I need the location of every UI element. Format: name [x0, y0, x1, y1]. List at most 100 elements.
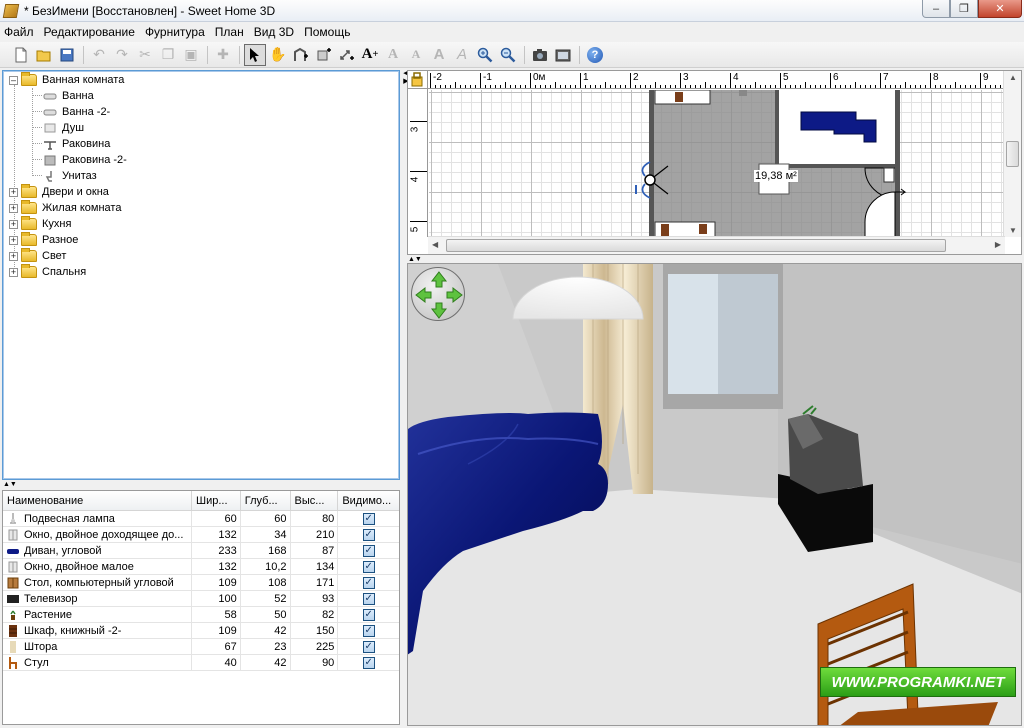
- open-file-icon[interactable]: [33, 44, 55, 66]
- sofa-icon: [6, 545, 20, 557]
- ruler-tick: [690, 85, 691, 88]
- visible-checkbox[interactable]: ✓: [362, 640, 375, 653]
- table-row[interactable]: Окно, двойное доходящее до... 132 34 210 ✓: [3, 527, 399, 543]
- header-visible[interactable]: Видимо...: [338, 491, 399, 510]
- plan-view[interactable]: -2 -1 0м 1 2 3 4 5 6 7 8 9 345 19,38 м² …: [407, 70, 1022, 255]
- zoom-in-icon[interactable]: [474, 44, 496, 66]
- menu-help[interactable]: Помощь: [299, 22, 355, 42]
- room-area-label[interactable]: 19,38 м²: [754, 170, 798, 182]
- collapse-icon[interactable]: –: [9, 75, 18, 85]
- add-furniture-icon[interactable]: ✚: [212, 44, 234, 66]
- header-width[interactable]: Шир...: [192, 491, 241, 510]
- expand-icon[interactable]: +: [9, 235, 18, 245]
- menu-edit[interactable]: Редактирование: [39, 22, 140, 42]
- table-row[interactable]: Диван, угловой 233 168 87 ✓: [3, 543, 399, 559]
- table-row[interactable]: Штора 67 23 225 ✓: [3, 639, 399, 655]
- header-depth[interactable]: Глуб...: [241, 491, 291, 510]
- paste-icon[interactable]: ▣: [180, 44, 202, 66]
- table-row[interactable]: Стол, компьютерный угловой 109 108 171 ✓: [3, 575, 399, 591]
- menu-plan[interactable]: План: [210, 22, 249, 42]
- plan-horizontal-scrollbar[interactable]: ◀ ▶: [428, 236, 1005, 254]
- expand-icon[interactable]: +: [9, 203, 18, 213]
- expand-icon[interactable]: +: [9, 251, 18, 261]
- close-button[interactable]: ✕: [978, 0, 1022, 18]
- scroll-up-icon[interactable]: ▲: [1009, 73, 1017, 82]
- minimize-button[interactable]: –: [922, 0, 950, 18]
- furniture-catalog-tree[interactable]: – Ванная комната Ванна Ванна -2- Душ Рак…: [2, 70, 400, 480]
- menu-file[interactable]: Файл: [0, 22, 39, 42]
- scroll-left-icon[interactable]: ◀: [432, 240, 438, 249]
- tree-category-living-room[interactable]: + Жилая комната: [9, 200, 121, 216]
- header-name[interactable]: Наименование: [3, 491, 192, 510]
- plan-drawing[interactable]: [429, 90, 1005, 238]
- folder-icon: [21, 248, 37, 262]
- decrease-text-size-icon[interactable]: A: [405, 44, 427, 66]
- tree-category-doors-windows[interactable]: + Двери и окна: [9, 184, 109, 200]
- redo-icon[interactable]: ↷: [111, 44, 133, 66]
- plan-grid[interactable]: 19,38 м²: [429, 90, 1005, 238]
- navigation-control[interactable]: [411, 267, 465, 321]
- scroll-down-icon[interactable]: ▼: [1009, 226, 1017, 235]
- tree-item-shower[interactable]: Душ: [43, 120, 84, 136]
- add-text-icon[interactable]: A +: [359, 44, 381, 66]
- scroll-thumb[interactable]: [1006, 141, 1019, 167]
- visible-checkbox[interactable]: ✓: [362, 608, 375, 621]
- tree-item-bathtub-2[interactable]: Ванна -2-: [43, 104, 110, 120]
- visible-checkbox[interactable]: ✓: [362, 512, 375, 525]
- visible-checkbox[interactable]: ✓: [362, 528, 375, 541]
- visible-checkbox[interactable]: ✓: [362, 576, 375, 589]
- bold-text-icon[interactable]: A: [428, 44, 450, 66]
- create-video-icon[interactable]: [552, 44, 574, 66]
- visible-checkbox[interactable]: ✓: [362, 544, 375, 557]
- menu-furniture[interactable]: Фурнитура: [140, 22, 210, 42]
- 3d-scene[interactable]: [408, 264, 1022, 726]
- table-row[interactable]: Телевизор 100 52 93 ✓: [3, 591, 399, 607]
- header-height[interactable]: Выс...: [291, 491, 339, 510]
- expand-icon[interactable]: +: [9, 219, 18, 229]
- tree-category-lights[interactable]: + Свет: [9, 248, 66, 264]
- undo-icon[interactable]: ↶: [88, 44, 110, 66]
- italic-text-icon[interactable]: A: [451, 44, 473, 66]
- cut-icon[interactable]: ✂: [134, 44, 156, 66]
- create-rooms-icon[interactable]: [313, 44, 335, 66]
- select-arrow-icon[interactable]: [244, 43, 266, 66]
- table-row[interactable]: Растение 58 50 82 ✓: [3, 607, 399, 623]
- menu-3d-view[interactable]: Вид 3D: [249, 22, 299, 42]
- furniture-table[interactable]: Наименование Шир... Глуб... Выс... Видим…: [2, 490, 400, 725]
- new-file-icon[interactable]: [10, 44, 32, 66]
- visible-checkbox[interactable]: ✓: [362, 592, 375, 605]
- zoom-out-icon[interactable]: [497, 44, 519, 66]
- visible-checkbox[interactable]: ✓: [362, 624, 375, 637]
- expand-icon[interactable]: +: [9, 267, 18, 277]
- table-row[interactable]: Стул 40 42 90 ✓: [3, 655, 399, 671]
- splitter-arrows-icon[interactable]: ▲▼: [408, 256, 422, 263]
- scroll-thumb[interactable]: [446, 239, 946, 252]
- visible-checkbox[interactable]: ✓: [362, 656, 375, 669]
- table-row[interactable]: Шкаф, книжный -2- 109 42 150 ✓: [3, 623, 399, 639]
- tree-category-bathroom[interactable]: – Ванная комната: [9, 72, 124, 88]
- pan-hand-icon[interactable]: ✋: [267, 44, 289, 66]
- table-row[interactable]: Окно, двойное малое 132 10,2 134 ✓: [3, 559, 399, 575]
- table-row[interactable]: Подвесная лампа 60 60 80 ✓: [3, 511, 399, 527]
- tree-item-sink[interactable]: Раковина: [43, 136, 110, 152]
- create-walls-icon[interactable]: [290, 44, 312, 66]
- tree-category-kitchen[interactable]: + Кухня: [9, 216, 71, 232]
- maximize-button[interactable]: ❐: [950, 0, 978, 18]
- modify-text-style-icon[interactable]: A: [382, 44, 404, 66]
- plan-vertical-scrollbar[interactable]: ▲ ▼: [1003, 71, 1021, 237]
- tree-category-misc[interactable]: + Разное: [9, 232, 78, 248]
- 3d-view[interactable]: WWW.PROGRAMKI.NET: [407, 263, 1022, 726]
- scroll-right-icon[interactable]: ▶: [995, 240, 1001, 249]
- create-photo-icon[interactable]: [529, 44, 551, 66]
- save-icon[interactable]: [56, 44, 78, 66]
- help-icon[interactable]: ?: [584, 44, 606, 66]
- create-dimensions-icon[interactable]: [336, 44, 358, 66]
- copy-icon[interactable]: ❐: [157, 44, 179, 66]
- tree-category-bedroom[interactable]: + Спальня: [9, 264, 86, 280]
- visible-checkbox[interactable]: ✓: [362, 560, 375, 573]
- tree-item-toilet[interactable]: Унитаз: [43, 168, 97, 184]
- tree-item-sink-2[interactable]: Раковина -2-: [43, 152, 127, 168]
- splitter-arrows-icon[interactable]: ▲▼: [3, 481, 17, 488]
- tree-item-bathtub[interactable]: Ванна: [43, 88, 94, 104]
- expand-icon[interactable]: +: [9, 187, 18, 197]
